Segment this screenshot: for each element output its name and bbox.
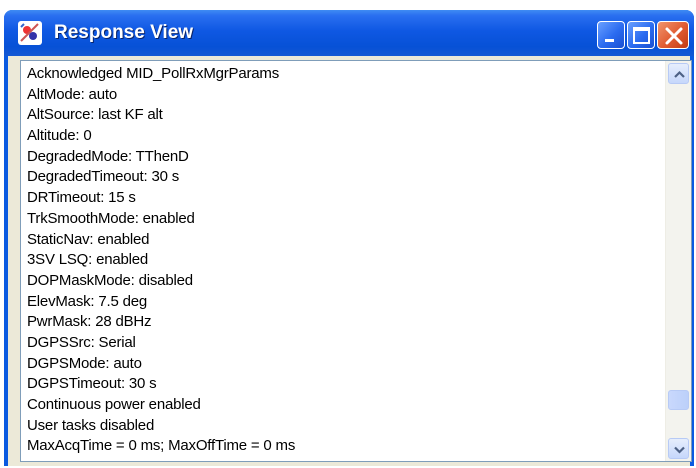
response-line: DGPSSrc: Serial (27, 333, 136, 351)
response-line: 3SV LSQ: enabled (27, 251, 149, 269)
title-bar[interactable]: Response View (4, 10, 694, 56)
chevron-down-icon (674, 446, 685, 454)
scroll-down-button[interactable] (668, 438, 689, 459)
response-line: AltSource: last KF alt (27, 106, 163, 124)
maximize-button[interactable] (627, 21, 655, 49)
response-line: DegradedTimeout: 30 s (27, 168, 179, 186)
close-icon (665, 27, 683, 45)
response-line: AltMode: auto (27, 85, 117, 103)
response-line: DGPSTimeout: 30 s (27, 375, 157, 393)
scroll-up-button[interactable] (668, 63, 689, 84)
response-text-area[interactable]: Acknowledged MID_PollRxMgrParams AltMode:… (20, 60, 692, 462)
response-line: PwrMask: 28 dBHz (27, 313, 152, 331)
close-button[interactable] (657, 21, 689, 49)
response-line: Continuous power enabled (27, 396, 201, 413)
response-line: MaxAcqTime = 0 ms; MaxOffTime = 0 ms (27, 437, 296, 455)
window-client-area: Acknowledged MID_PollRxMgrParams AltMode:… (8, 56, 692, 466)
maximize-icon (633, 27, 650, 44)
response-line: User tasks disabled (27, 416, 155, 434)
response-line: DegradedMode: TThenD (27, 147, 189, 165)
minimize-icon (605, 39, 614, 42)
window-title: Response View (54, 22, 194, 43)
vertical-scrollbar[interactable] (665, 61, 691, 461)
response-line: StaticNav: enabled (27, 230, 150, 248)
response-line: DRTimeout: 15 s (27, 189, 136, 207)
minimize-button[interactable] (597, 21, 625, 49)
satellite-app-icon (18, 21, 42, 45)
response-view-window: Response View Acknowledged MID_PollRxMgr… (4, 10, 694, 466)
response-line: ElevMask: 7.5 deg (27, 292, 147, 310)
response-line: Acknowledged MID_PollRxMgrParams (27, 65, 280, 82)
response-line: TrkSmoothMode: enabled (27, 209, 195, 227)
response-line: DGPSMode: auto (27, 354, 142, 372)
chevron-up-icon (674, 70, 685, 78)
scroll-thumb[interactable] (668, 389, 689, 410)
response-line: DOPMaskMode: disabled (27, 271, 193, 289)
response-lines: Acknowledged MID_PollRxMgrParams AltMode:… (27, 64, 661, 457)
response-line: Altitude: 0 (27, 127, 92, 145)
